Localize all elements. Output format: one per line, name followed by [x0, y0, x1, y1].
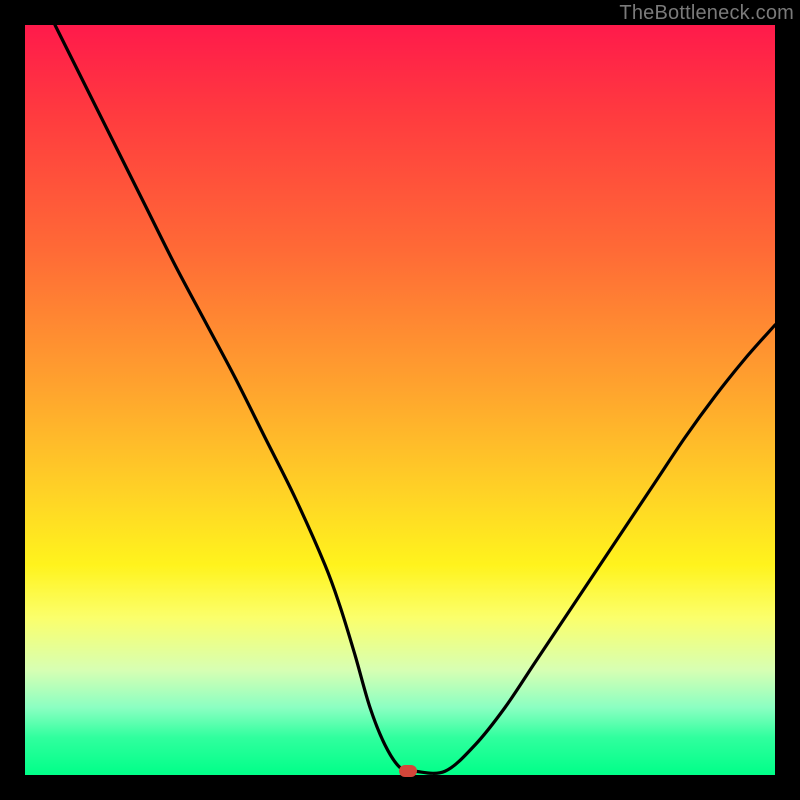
curve-path [55, 25, 775, 773]
bottleneck-marker [399, 765, 417, 777]
plot-area [25, 25, 775, 775]
watermark-text: TheBottleneck.com [619, 2, 794, 25]
bottleneck-curve [25, 25, 775, 775]
chart-frame: TheBottleneck.com [0, 0, 800, 800]
